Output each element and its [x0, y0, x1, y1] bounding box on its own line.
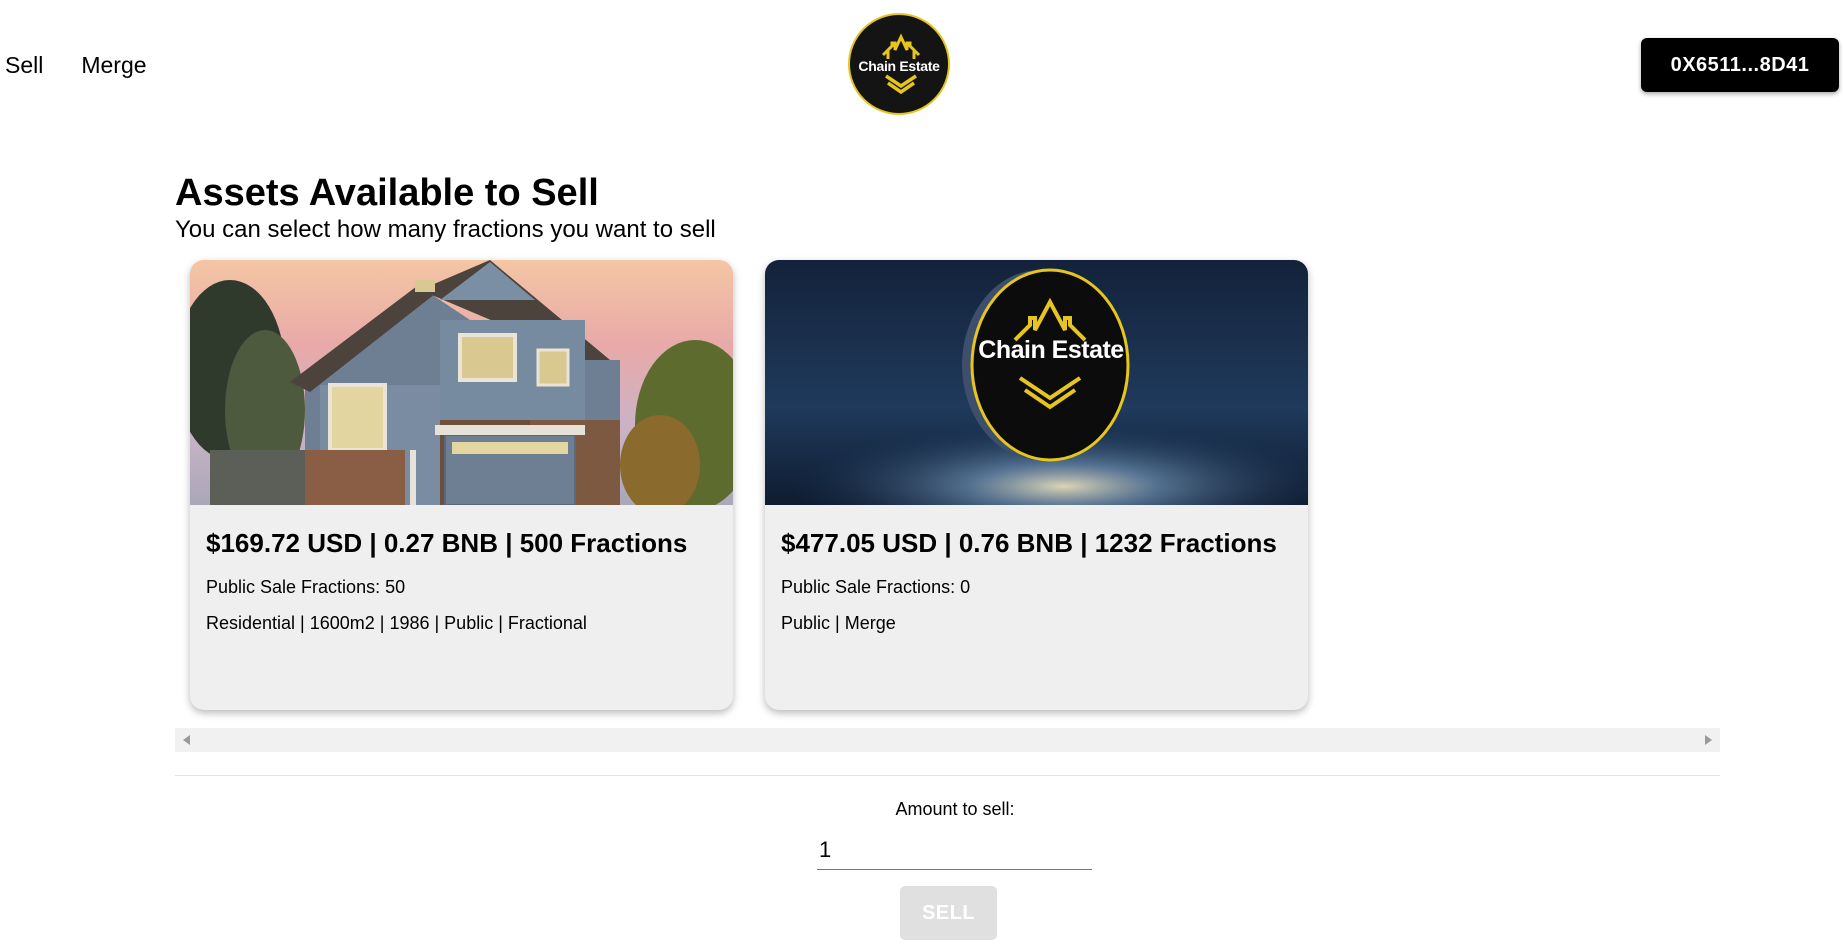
asset-price-title: $477.05 USD | 0.76 BNB | 1232 Fractions	[781, 528, 1277, 558]
top-nav: Sell Merge	[5, 50, 147, 80]
wallet-address-button[interactable]: 0X6511...8D41	[1641, 38, 1839, 92]
section-divider	[175, 775, 1720, 776]
scroll-left-arrow-icon[interactable]	[183, 735, 190, 745]
house-photo	[190, 260, 733, 505]
asset-card[interactable]: Chain Estate $477.05 USD | 0.76 BNB | 12…	[765, 260, 1308, 710]
public-sale-fractions: Public Sale Fractions: 0	[781, 577, 971, 597]
scroll-right-arrow-icon[interactable]	[1705, 735, 1712, 745]
page-subtitle: You can select how many fractions you wa…	[175, 216, 716, 243]
public-sale-fractions: Public Sale Fractions: 50	[206, 577, 406, 597]
coin-text: Chain Estate	[978, 336, 1124, 364]
card-body: $477.05 USD | 0.76 BNB | 1232 Fractions …	[765, 528, 1308, 634]
horizontal-scrollbar[interactable]	[175, 728, 1720, 752]
card-body: $169.72 USD | 0.27 BNB | 500 Fractions P…	[190, 528, 733, 634]
chain-estate-coin-photo: Chain Estate	[765, 260, 1308, 505]
amount-input[interactable]	[817, 830, 1092, 870]
asset-details: Residential | 1600m2 | 1986 | Public | F…	[206, 613, 587, 633]
asset-card[interactable]: $169.72 USD | 0.27 BNB | 500 Fractions P…	[190, 260, 733, 710]
logo-text: Chain Estate	[858, 58, 940, 74]
sell-button[interactable]: SELL	[900, 886, 997, 940]
amount-to-sell-label: Amount to sell:	[895, 799, 1015, 819]
chain-estate-logo[interactable]: Chain Estate	[848, 13, 950, 115]
asset-details: Public | Merge	[781, 613, 896, 633]
asset-price-title: $169.72 USD | 0.27 BNB | 500 Fractions	[206, 528, 688, 558]
page-title: Assets Available to Sell	[175, 172, 599, 214]
nav-sell-link[interactable]: Sell	[5, 50, 43, 80]
asset-cards-carousel: $169.72 USD | 0.27 BNB | 500 Fractions P…	[175, 258, 1720, 728]
nav-merge-link[interactable]: Merge	[81, 50, 146, 80]
app-header: Sell Merge Chain Estate 0X6511...8D41	[0, 0, 1843, 130]
